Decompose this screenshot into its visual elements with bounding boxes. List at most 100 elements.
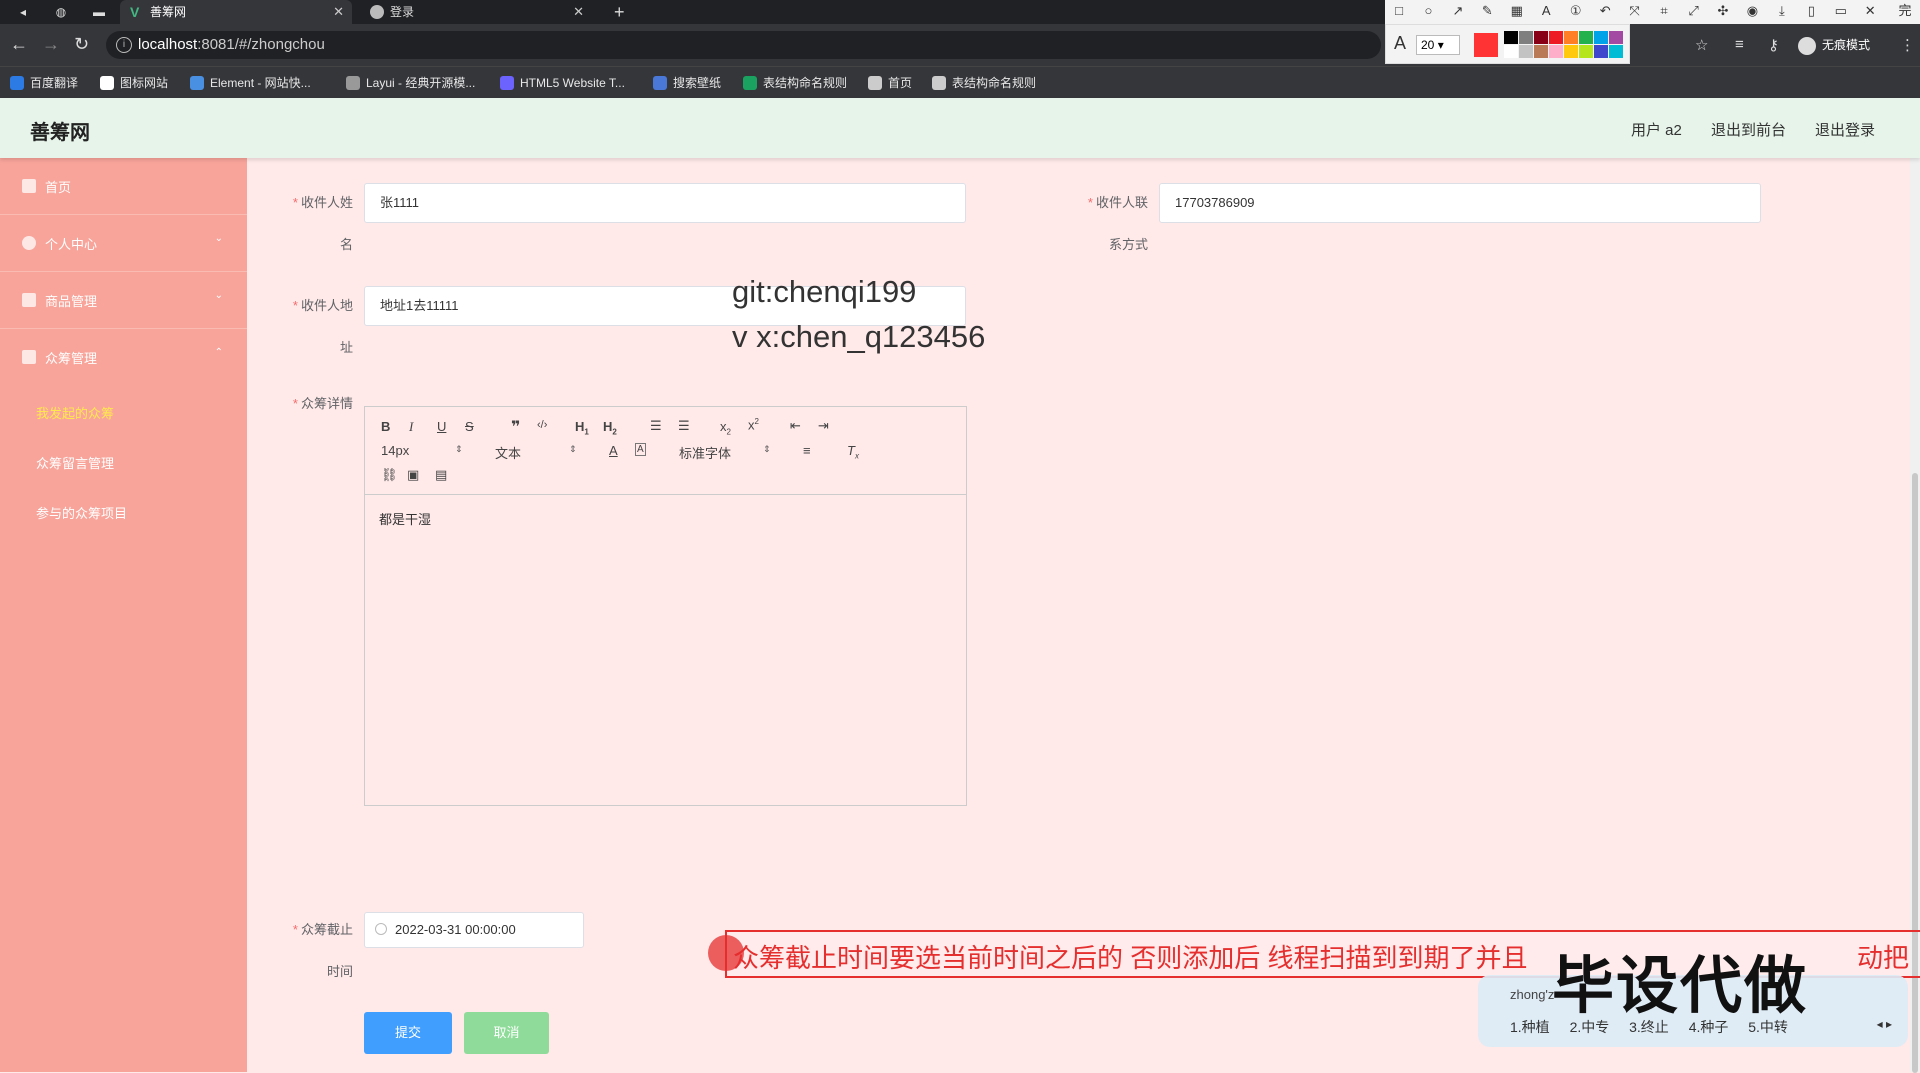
crop-icon[interactable]: ⤧ (1624, 0, 1646, 22)
superscript-icon[interactable]: x2 (748, 417, 759, 432)
bold-icon[interactable]: B (381, 419, 390, 434)
code-icon[interactable]: ‹/› (537, 419, 547, 431)
rectangle-icon[interactable]: □ (1388, 0, 1410, 22)
quote-icon[interactable]: ❞ (511, 417, 520, 437)
palette-swatch[interactable] (1579, 31, 1593, 44)
italic-icon[interactable]: I (409, 419, 413, 435)
palette-swatch[interactable] (1579, 45, 1593, 58)
receiver-name-input[interactable]: 张1111 (364, 183, 966, 223)
heading1-icon[interactable]: H1 (575, 419, 589, 437)
bookmark-html5[interactable]: HTML5 Website T... (500, 74, 625, 92)
ordered-list-icon[interactable]: ☰ (650, 418, 662, 434)
bookmark-naming-rules-2[interactable]: 表结构命名规则 (932, 74, 1036, 92)
exit-to-front-link[interactable]: 退出到前台 (1711, 119, 1786, 140)
submit-button[interactable]: 提交 (364, 1012, 452, 1054)
palette-swatch[interactable] (1549, 45, 1563, 58)
indent-icon[interactable]: ⇥ (818, 418, 829, 434)
tab-login[interactable]: 登录 ✕ (360, 0, 592, 24)
underline-icon[interactable]: U (437, 419, 446, 434)
palette-swatch[interactable] (1549, 31, 1563, 44)
sidebar-subitem-participated[interactable]: 参与的众筹项目 (36, 503, 127, 522)
palette-swatch[interactable] (1609, 45, 1623, 58)
palette-swatch[interactable] (1534, 45, 1548, 58)
text-icon[interactable]: A (1535, 0, 1557, 22)
translate-icon[interactable]: ⌗ (1653, 0, 1675, 22)
receiver-contact-input[interactable]: 17703786909 (1159, 183, 1761, 223)
outdent-icon[interactable]: ⇤ (790, 418, 801, 434)
align-icon[interactable]: ≡ (803, 443, 811, 458)
new-tab-button[interactable]: + (614, 0, 625, 24)
fullscreen-icon[interactable]: ⤢ (1683, 0, 1705, 22)
url-field[interactable]: i localhost:8081/#/zhongchou (106, 31, 1381, 59)
bookmark-home[interactable]: 首页 (868, 74, 912, 92)
bookmark-baidu-translate[interactable]: 百度翻译 (10, 74, 78, 92)
back-icon[interactable]: ← (10, 34, 28, 55)
sidebar-subitem-messages[interactable]: 众筹留言管理 (36, 453, 114, 472)
heading2-icon[interactable]: H2 (603, 419, 617, 437)
palette-swatch[interactable] (1504, 45, 1518, 58)
rich-text-editor[interactable]: B I U S ❞ ‹/› H1 H2 ☰ ☰ x2 x2 ⇤ ⇥ 14px ⇕ … (364, 406, 967, 806)
palette-swatch[interactable] (1534, 31, 1548, 44)
logout-link[interactable]: 退出登录 (1815, 119, 1875, 140)
subscript-icon[interactable]: x2 (720, 419, 731, 437)
window-icon[interactable]: ▬ (84, 2, 114, 22)
palette-swatch[interactable] (1564, 31, 1578, 44)
font-size-select[interactable]: 20 ▾ (1416, 35, 1460, 55)
star-icon[interactable]: ☆ (1695, 36, 1708, 54)
forward-icon[interactable]: → (42, 34, 60, 55)
background-color-icon[interactable]: A (635, 443, 646, 456)
editor-content[interactable]: 都是干湿 (379, 509, 431, 528)
globe-icon[interactable]: ◍ (46, 2, 76, 22)
palette-swatch[interactable] (1564, 45, 1578, 58)
font-color-icon[interactable]: A (609, 443, 618, 458)
close-icon[interactable]: ✕ (333, 0, 344, 24)
block-format-select[interactable]: 文本 ⇕ (495, 443, 579, 462)
key-icon[interactable]: ⚷ (1768, 36, 1779, 54)
font-size-select[interactable]: 14px ⇕ (381, 443, 465, 458)
palette-swatch[interactable] (1504, 31, 1518, 44)
incognito-indicator[interactable]: 无痕模式 (1798, 36, 1870, 55)
ime-page-arrows-icon[interactable]: ◂ ▸ (1877, 1017, 1892, 1031)
sidebar-item-goods[interactable]: 商品管理 ⌄ (0, 272, 247, 329)
cancel-button[interactable]: 取消 (464, 1012, 549, 1054)
image-icon[interactable]: ▣ (407, 467, 419, 483)
download-icon[interactable]: ⤓ (1771, 0, 1793, 22)
speaker-icon[interactable]: ◂ (8, 2, 38, 22)
link-icon[interactable]: ⛓ (381, 467, 398, 483)
copy-icon[interactable]: ▯ (1800, 0, 1822, 22)
sidebar-item-personal-center[interactable]: 个人中心 ⌄ (0, 215, 247, 272)
bookmark-element[interactable]: Element - 网站快... (190, 74, 311, 92)
sidebar-item-crowdfunding[interactable]: 众筹管理 ⌃ (0, 329, 247, 386)
clear-format-icon[interactable]: Tx (847, 443, 859, 461)
bookmark-naming-rules[interactable]: 表结构命名规则 (743, 74, 847, 92)
video-icon[interactable]: ▤ (435, 467, 447, 483)
current-color-swatch[interactable] (1474, 33, 1498, 57)
palette-swatch[interactable] (1594, 45, 1608, 58)
undo-icon[interactable]: ↶ (1594, 0, 1616, 22)
menu-icon[interactable]: ⋮ (1900, 36, 1915, 54)
mosaic-icon[interactable]: ▦ (1506, 0, 1528, 22)
reload-icon[interactable]: ↻ (74, 34, 89, 55)
reading-list-icon[interactable]: ≡ (1735, 36, 1744, 53)
font-family-select[interactable]: 标准字体 ⇕ (679, 443, 773, 462)
site-logo[interactable]: 善筹网 (30, 116, 90, 145)
pin-icon[interactable]: ✣ (1712, 0, 1734, 22)
palette-swatch[interactable] (1519, 45, 1533, 58)
sidebar-item-home[interactable]: 首页 (0, 158, 247, 215)
number-icon[interactable]: ① (1565, 0, 1587, 22)
arrow-icon[interactable]: ↗ (1447, 0, 1469, 22)
tab-shanchou[interactable]: V 善筹网 ✕ (120, 0, 352, 24)
strike-icon[interactable]: S (465, 419, 474, 434)
bookmark-wallpaper[interactable]: 搜索壁纸 (653, 74, 721, 92)
bullet-list-icon[interactable]: ☰ (678, 418, 690, 434)
scrollbar-thumb[interactable] (1912, 473, 1918, 1073)
sidebar-subitem-my-crowdfunding[interactable]: 我发起的众筹 (36, 403, 114, 422)
save-icon[interactable]: ▭ (1830, 0, 1852, 22)
info-icon[interactable]: i (116, 37, 132, 53)
palette-swatch[interactable] (1609, 31, 1623, 44)
pen-icon[interactable]: ✎ (1476, 0, 1498, 22)
bookmark-layui[interactable]: Layui - 经典开源模... (346, 74, 475, 92)
palette-swatch[interactable] (1519, 31, 1533, 44)
palette-swatch[interactable] (1594, 31, 1608, 44)
close-icon[interactable]: ✕ (573, 0, 584, 24)
